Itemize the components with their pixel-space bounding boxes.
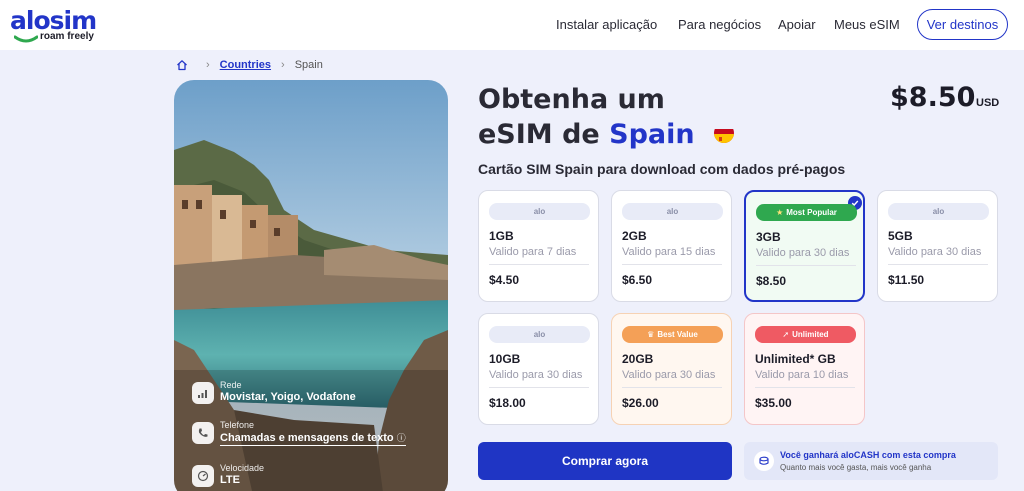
most-popular-badge: ★ Most Popular <box>756 204 857 221</box>
unlimited-badge: ➚ Unlimited <box>755 326 856 343</box>
rocket-icon: ➚ <box>782 330 790 339</box>
nav-my-esims[interactable]: Meus eSIM <box>834 17 900 32</box>
speedometer-icon <box>192 465 214 487</box>
plan-validity: Valido para 30 dias <box>489 369 583 381</box>
trophy-icon: ♛ <box>647 330 655 339</box>
speed-info: Velocidade LTE <box>192 463 264 487</box>
plan-price: $18.00 <box>489 396 526 410</box>
phone-value-text: Chamadas e mensagens de texto <box>220 432 394 444</box>
plan-price: $26.00 <box>622 396 659 410</box>
selected-price: $8.50 <box>890 82 976 113</box>
product-subtitle: Cartão SIM Spain para download com dados… <box>478 161 846 177</box>
speed-label: Velocidade <box>220 463 265 473</box>
home-icon[interactable] <box>176 59 188 71</box>
phone-info: Telefone Chamadas e mensagens de texto ⓘ <box>192 420 406 446</box>
coins-icon <box>754 451 774 471</box>
phone-value[interactable]: Chamadas e mensagens de texto ⓘ <box>220 431 406 446</box>
alo-badge: alo <box>622 203 723 220</box>
plan-price: $35.00 <box>755 396 792 410</box>
plan-size: Unlimited* GB <box>755 352 836 366</box>
plan-validity: Valido para 30 dias <box>622 369 716 381</box>
network-value: Movistar, Yoigo, Vodafone <box>220 391 356 403</box>
divider <box>755 387 855 388</box>
page-title: Obtenha um eSIM de Spain <box>478 82 735 152</box>
plan-card-5gb[interactable]: alo 5GB Valido para 30 dias $11.50 <box>877 190 998 302</box>
plan-validity: Valido para 30 dias <box>888 246 982 258</box>
most-popular-label: Most Popular <box>786 208 837 217</box>
logo-tagline: roam freely <box>40 31 94 42</box>
plan-validity: Valido para 7 dias <box>489 246 577 258</box>
network-label: Rede <box>220 380 242 390</box>
nav-install-app[interactable]: Instalar aplicação <box>556 17 657 32</box>
phone-label: Telefone <box>220 420 255 430</box>
divider <box>622 387 722 388</box>
nav-support[interactable]: Apoiar <box>778 17 816 32</box>
breadcrumb-current: Spain <box>294 59 323 71</box>
plan-card-2gb[interactable]: alo 2GB Valido para 15 dias $6.50 <box>611 190 732 302</box>
alo-badge: alo <box>489 203 590 220</box>
plan-price: $11.50 <box>888 273 925 287</box>
unlimited-label: Unlimited <box>792 330 829 339</box>
divider <box>888 264 988 265</box>
divider <box>489 264 589 265</box>
alocash-title: Você ganhará aloCASH com esta compra <box>780 450 956 460</box>
plan-card-20gb[interactable]: ♛ Best Value 20GB Valido para 30 dias $26… <box>611 313 732 425</box>
alo-badge: alo <box>489 326 590 343</box>
plan-validity: Valido para 30 dias <box>756 247 850 259</box>
plan-size: 3GB <box>756 230 781 244</box>
plan-size: 1GB <box>489 229 514 243</box>
plan-size: 10GB <box>489 352 521 366</box>
chevron-right-icon: › <box>206 59 210 71</box>
plan-size: 5GB <box>888 229 913 243</box>
plan-card-3gb[interactable]: ★ Most Popular 3GB Valido para 30 dias $8… <box>744 190 865 302</box>
phone-icon <box>192 422 214 444</box>
plan-validity: Valido para 15 dias <box>622 246 716 258</box>
best-value-badge: ♛ Best Value <box>622 326 723 343</box>
signal-bars-icon <box>192 382 214 404</box>
title-prefix: eSIM de <box>478 119 600 150</box>
plan-price: $4.50 <box>489 273 520 287</box>
logo-swoosh-icon <box>14 35 38 43</box>
price-currency: USD <box>976 97 1000 109</box>
plan-card-unlimited[interactable]: ➚ Unlimited Unlimited* GB Valido para 10 … <box>744 313 865 425</box>
plan-size: 2GB <box>622 229 647 243</box>
alocash-subtitle: Quanto mais você gasta, mais você ganha <box>780 463 932 472</box>
star-icon: ★ <box>776 208 784 217</box>
speed-value: LTE <box>220 474 240 486</box>
divider <box>489 387 589 388</box>
network-info: Rede Movistar, Yoigo, Vodafone <box>192 380 356 404</box>
alocash-banner: Você ganhará aloCASH com esta compra Qua… <box>744 442 998 480</box>
plan-price: $8.50 <box>756 274 787 288</box>
nav-business[interactable]: Para negócios <box>678 17 761 32</box>
title-country: Spain <box>609 119 695 150</box>
title-line-2: eSIM de Spain <box>478 117 735 152</box>
view-destinations-button[interactable]: Ver destinos <box>917 9 1008 40</box>
plan-card-1gb[interactable]: alo 1GB Valido para 7 dias $4.50 <box>478 190 599 302</box>
divider <box>756 265 856 266</box>
breadcrumb-countries[interactable]: Countries <box>220 59 271 71</box>
spain-flag-icon <box>714 123 735 143</box>
best-value-label: Best Value <box>657 330 698 339</box>
plan-validity: Valido para 10 dias <box>755 369 849 381</box>
buy-now-button[interactable]: Comprar agora <box>478 442 732 480</box>
destination-photo: Rede Movistar, Yoigo, Vodafone Telefone … <box>174 80 448 491</box>
info-circle-icon[interactable]: ⓘ <box>397 433 406 443</box>
alosim-logo[interactable]: alosim roam freely <box>10 6 110 44</box>
alo-badge: alo <box>888 203 989 220</box>
divider <box>622 264 722 265</box>
title-line-1: Obtenha um <box>478 84 665 115</box>
plan-price: $6.50 <box>622 273 653 287</box>
top-header: alosim roam freely Instalar aplicação Pa… <box>0 0 1024 50</box>
breadcrumb: › Countries › Spain <box>176 59 323 71</box>
plan-card-10gb[interactable]: alo 10GB Valido para 30 dias $18.00 <box>478 313 599 425</box>
chevron-right-icon: › <box>281 59 285 71</box>
plan-size: 20GB <box>622 352 654 366</box>
